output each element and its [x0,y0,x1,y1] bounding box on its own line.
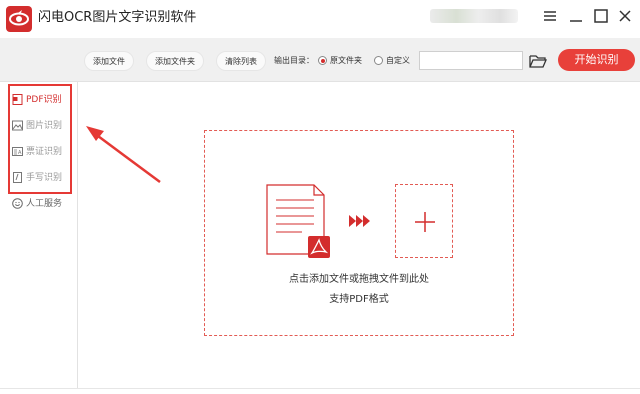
pdf-icon [12,94,23,105]
app-logo [6,6,32,32]
output-dir-label: 输出目录： [274,56,314,65]
add-folder-button[interactable]: 添加文件夹 [146,51,204,71]
drop-hint-text: 点击添加文件或拖拽文件到此处 [289,274,429,285]
sidebar-item-handwriting[interactable]: 手写识别 [12,170,74,186]
app-title: 闪电OCR图片文字识别软件 [38,10,197,25]
start-recognition-button[interactable]: 开始识别 [558,49,635,71]
close-icon[interactable] [615,6,635,26]
sidebar-item-manual-service[interactable]: 人工服务 [12,196,74,212]
pdf-document-icon [266,184,330,258]
app-window: 闪电OCR图片文字识别软件 添加文件 添加文件夹 清除列表 输出目录： 原文件夹… [0,0,640,394]
image-icon [12,120,23,131]
handwriting-icon [13,172,22,183]
title-bar: 闪电OCR图片文字识别软件 [0,0,640,38]
toolbar: 添加文件 添加文件夹 清除列表 输出目录： 原文件夹 自定义 开始识别 [0,38,640,82]
clear-list-button[interactable]: 清除列表 [216,51,266,71]
sidebar-item-ticket[interactable]: A 票证识别 [12,144,74,160]
ticket-icon: A [12,147,23,156]
output-path-input[interactable] [419,51,523,70]
sidebar-item-label: 图片识别 [26,121,63,131]
radio-original-folder[interactable] [318,56,327,65]
folder-open-icon[interactable] [528,51,548,71]
maximize-icon[interactable] [591,6,611,26]
radio-custom[interactable] [374,56,383,65]
sidebar: PDF识别 图片识别 A 票证识别 手写识别 人工服务 [0,82,78,388]
minimize-icon[interactable] [566,6,586,26]
svg-text:A: A [18,150,22,156]
plus-icon [415,212,435,232]
triple-arrow-icon [349,215,370,227]
radio-original-folder-label: 原文件夹 [330,56,362,65]
add-file-button[interactable]: 添加文件 [84,51,134,71]
smiley-icon [12,198,23,209]
sidebar-item-label: 人工服务 [26,199,63,209]
bottom-divider [0,388,640,389]
add-file-box[interactable] [395,184,453,258]
sidebar-item-label: 票证识别 [26,147,63,157]
user-account-blurred[interactable] [430,9,518,23]
supported-format-text: 支持PDF格式 [329,294,389,305]
menu-icon[interactable] [540,6,560,26]
sidebar-item-label: 手写识别 [26,173,63,183]
sidebar-item-image[interactable]: 图片识别 [12,118,74,134]
radio-custom-label: 自定义 [386,56,410,65]
sidebar-item-label: PDF识别 [26,95,62,105]
sidebar-item-pdf[interactable]: PDF识别 [12,92,74,108]
